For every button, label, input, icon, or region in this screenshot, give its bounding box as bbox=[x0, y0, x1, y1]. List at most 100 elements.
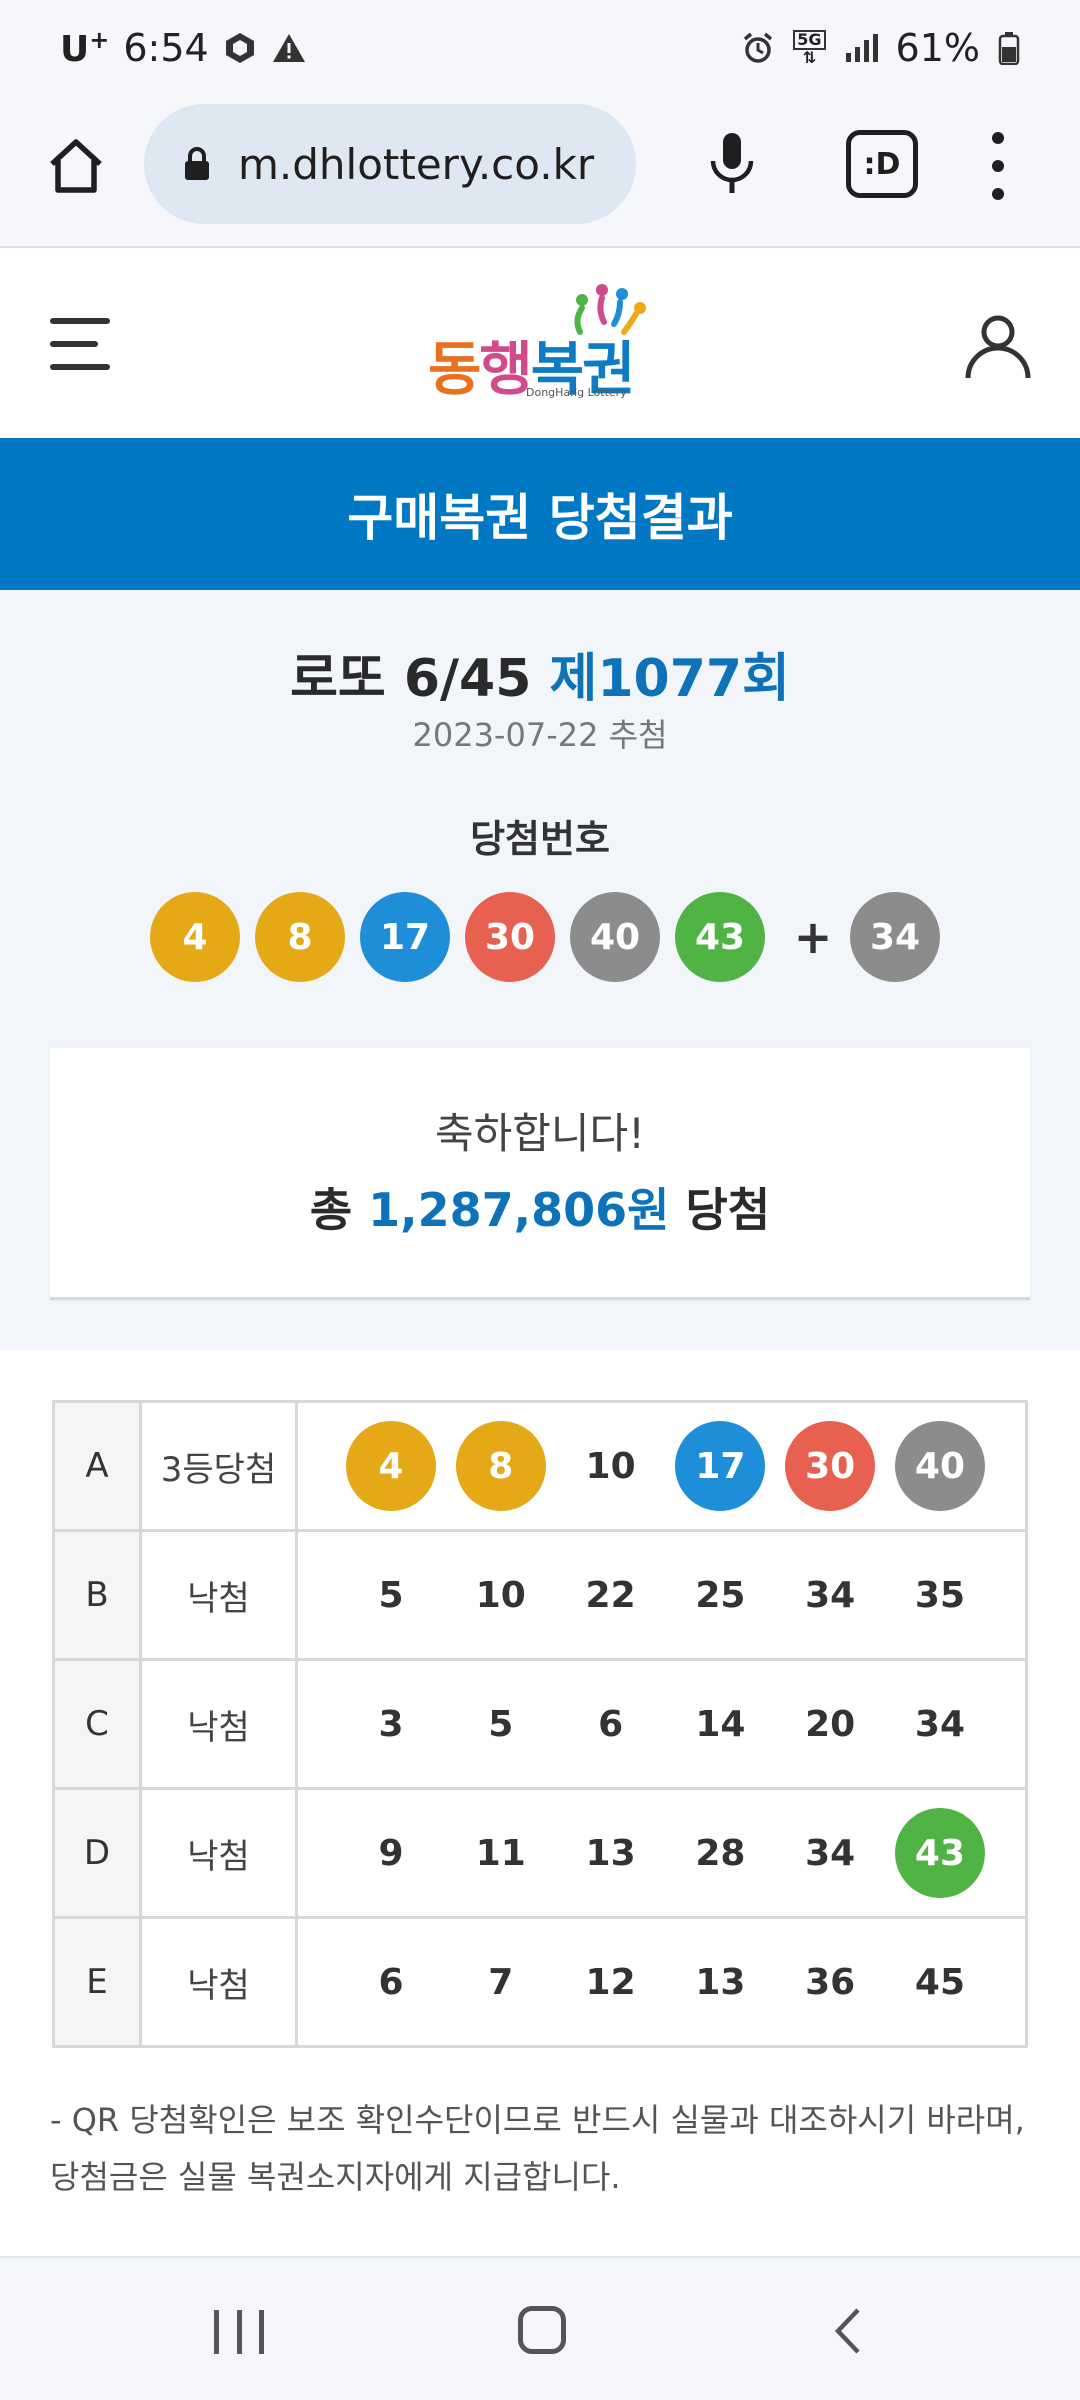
ticket-numbers: 9 11 13 28 34 43 bbox=[295, 1787, 1028, 1919]
prize-total: 총 1,287,806원 당첨 bbox=[309, 1183, 771, 1237]
matched-number-ball: 17 bbox=[675, 1421, 766, 1511]
user-icon[interactable] bbox=[962, 310, 1034, 382]
ticket-number: 5 bbox=[378, 1574, 404, 1616]
ticket-number: 6 bbox=[598, 1703, 624, 1745]
ticket-number-list: 9 11 13 28 34 43 bbox=[346, 1808, 985, 1898]
ticket-numbers: 5 10 22 25 34 35 bbox=[295, 1529, 1028, 1661]
more-vertical-icon[interactable] bbox=[978, 126, 1018, 206]
nav-back-button[interactable] bbox=[824, 2306, 874, 2356]
status-left: U+ 6:54 bbox=[60, 26, 307, 70]
ticket-number: 28 bbox=[695, 1832, 746, 1874]
browser-toolbar: m.dhlottery.co.kr :D bbox=[0, 96, 1080, 248]
ticket-letter: E bbox=[52, 1916, 142, 2048]
ticket-letter: D bbox=[52, 1787, 142, 1919]
qr-notice: - QR 당첨확인은 보조 확인수단이므로 반드시 실물과 대조하시기 바라며,… bbox=[50, 2101, 1025, 2196]
prize-amount: 1,287,806원 bbox=[368, 1183, 670, 1237]
bonus-plus-sign: + bbox=[793, 910, 833, 964]
app-notification-icon bbox=[223, 31, 257, 65]
ticket-result: 낙첨 bbox=[139, 1658, 298, 1790]
carrier-label: U+ bbox=[60, 26, 110, 70]
winning-numbers: 4 8 17 30 40 43 +34 bbox=[150, 892, 955, 982]
battery-percent: 61% bbox=[895, 26, 980, 70]
draw-title: 로또 6/45 제1077회 bbox=[290, 649, 790, 709]
signal-icon bbox=[844, 33, 878, 63]
ticket-row: D 낙첨 9 11 13 28 34 43 bbox=[52, 1787, 1028, 1919]
lock-icon bbox=[182, 146, 212, 182]
page-title-banner: 구매복권 당첨결과 bbox=[0, 438, 1080, 590]
draw-date: 2023-07-22 추첨 bbox=[412, 716, 668, 754]
ticket-number: 6 bbox=[378, 1961, 404, 2003]
recent-apps-button[interactable] bbox=[214, 2310, 264, 2354]
winning-ball: 4 bbox=[150, 892, 240, 982]
url-bar[interactable]: m.dhlottery.co.kr bbox=[144, 104, 636, 224]
ticket-number: 34 bbox=[805, 1832, 856, 1874]
ticket-numbers: 4 8 10 17 30 40 bbox=[295, 1400, 1028, 1532]
ticket-number: 13 bbox=[695, 1961, 746, 2003]
ticket-number: 7 bbox=[488, 1961, 514, 2003]
bonus-ball: 34 bbox=[850, 892, 940, 982]
url-text: m.dhlottery.co.kr bbox=[238, 139, 595, 189]
system-nav-bar bbox=[0, 2256, 1080, 2400]
status-right: 5G ⇅ 61% bbox=[741, 26, 1020, 70]
ticket-number: 3 bbox=[378, 1703, 404, 1745]
winning-ball: 8 bbox=[255, 892, 345, 982]
ticket-number: 25 bbox=[695, 1574, 746, 1616]
ticket-numbers: 6 7 12 13 36 45 bbox=[295, 1916, 1028, 2048]
mic-icon bbox=[710, 133, 754, 193]
status-time: 6:54 bbox=[123, 26, 209, 70]
winning-ball: 43 bbox=[675, 892, 765, 982]
congrats-text: 축하합니다! bbox=[434, 1109, 646, 1158]
home-icon bbox=[50, 139, 102, 193]
matched-number-ball: 8 bbox=[455, 1421, 546, 1511]
voice-search-button[interactable] bbox=[700, 126, 764, 202]
draw-result-section: 로또 6/45 제1077회 2023-07-22 추첨 당첨번호 4 8 17 30… bbox=[0, 590, 1080, 1350]
ticket-number-list: 5 10 22 25 34 35 bbox=[346, 1550, 985, 1640]
ticket-number: 35 bbox=[914, 1574, 966, 1616]
warning-icon bbox=[271, 32, 307, 64]
status-bar: U+ 6:54 5G ⇅ 61% bbox=[0, 0, 1080, 96]
ticket-number: 5 bbox=[488, 1703, 514, 1745]
ticket-row: E 낙첨 6 7 12 13 36 45 bbox=[52, 1916, 1028, 2048]
ticket-results-table: A 3등당첨 4 8 10 17 30 40 B 낙첨 5 10 22 25 34 35 C 낙첨 3 5 6 14 20 3… bbox=[52, 1400, 1028, 2048]
prize-summary-box: 축하합니다! 총 1,287,806원 당첨 bbox=[50, 1048, 1030, 1300]
ticket-letter: B bbox=[52, 1529, 142, 1661]
ticket-number-list: 6 7 12 13 36 45 bbox=[346, 1937, 985, 2027]
matched-number-ball: 4 bbox=[346, 1421, 436, 1511]
ticket-number: 10 bbox=[585, 1445, 636, 1487]
ticket-number: 45 bbox=[914, 1961, 966, 2003]
ticket-number-list: 4 8 10 17 30 40 bbox=[346, 1421, 985, 1511]
winning-ball: 17 bbox=[360, 892, 450, 982]
ticket-number: 10 bbox=[475, 1574, 526, 1616]
tab-switcher-button[interactable]: :D bbox=[846, 130, 918, 198]
logo-subtitle: DongHang Lottery bbox=[526, 386, 627, 399]
ticket-result: 낙첨 bbox=[139, 1529, 298, 1661]
winning-ball: 30 bbox=[465, 892, 555, 982]
network-5g-icon: 5G ⇅ bbox=[793, 30, 826, 66]
alarm-icon bbox=[741, 31, 775, 65]
matched-number-ball: 43 bbox=[894, 1808, 985, 1898]
winning-ball: 40 bbox=[570, 892, 660, 982]
hamburger-menu-icon[interactable] bbox=[50, 318, 110, 370]
ticket-number: 14 bbox=[695, 1703, 746, 1745]
browser-home-button[interactable] bbox=[40, 130, 112, 202]
ticket-row: C 낙첨 3 5 6 14 20 34 bbox=[52, 1658, 1028, 1790]
donghang-logo[interactable]: 동행복권 DongHang Lottery bbox=[428, 280, 652, 408]
ticket-result: 낙첨 bbox=[139, 1787, 298, 1919]
ticket-number: 20 bbox=[805, 1703, 856, 1745]
ticket-number: 36 bbox=[805, 1961, 856, 2003]
ticket-number: 12 bbox=[585, 1961, 636, 2003]
ticket-letter: C bbox=[52, 1658, 142, 1790]
ticket-row: B 낙첨 5 10 22 25 34 35 bbox=[52, 1529, 1028, 1661]
ticket-result: 3등당첨 bbox=[139, 1400, 298, 1532]
nav-home-button[interactable] bbox=[518, 2306, 566, 2354]
ticket-number-list: 3 5 6 14 20 34 bbox=[346, 1679, 985, 1769]
ticket-number: 34 bbox=[914, 1703, 966, 1745]
ticket-number: 22 bbox=[585, 1574, 636, 1616]
back-chevron-icon bbox=[834, 2308, 860, 2354]
ticket-numbers: 3 5 6 14 20 34 bbox=[295, 1658, 1028, 1790]
matched-number-ball: 40 bbox=[894, 1421, 985, 1511]
ticket-result: 낙첨 bbox=[139, 1916, 298, 2048]
ticket-row: A 3등당첨 4 8 10 17 30 40 bbox=[52, 1400, 1028, 1532]
ticket-number: 13 bbox=[585, 1832, 636, 1874]
matched-number-ball: 30 bbox=[785, 1421, 876, 1511]
